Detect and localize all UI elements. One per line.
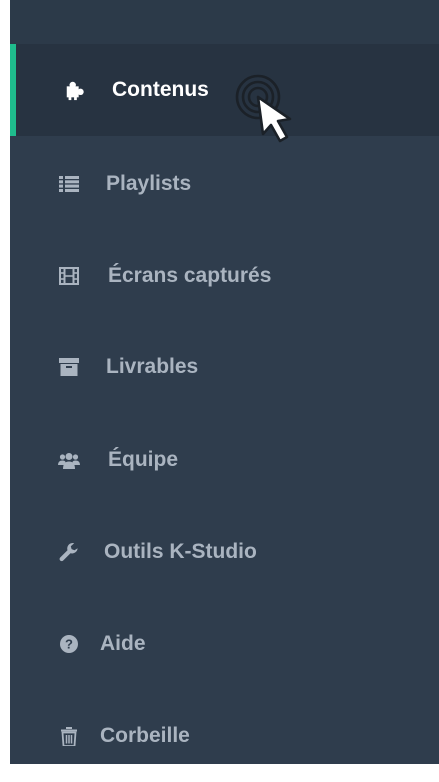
wrench-icon — [58, 541, 80, 563]
archive-icon — [58, 356, 80, 378]
sidebar-item-label: Contenus — [112, 78, 209, 101]
sidebar-item-label: Livrables — [106, 355, 199, 378]
sidebar-header — [10, 0, 439, 44]
film-icon — [58, 265, 80, 287]
sidebar: Contenus Playlists Écrans capturés Livra… — [10, 0, 439, 764]
sidebar-item-livrables[interactable]: Livrables — [10, 321, 439, 413]
trash-icon — [58, 725, 80, 747]
sidebar-item-contenus[interactable]: Contenus — [10, 44, 439, 136]
sidebar-item-label: Corbeille — [100, 724, 190, 747]
active-indicator — [10, 44, 16, 136]
sidebar-item-label: Écrans capturés — [108, 264, 272, 287]
users-icon — [58, 449, 80, 471]
sidebar-item-label: Équipe — [108, 448, 179, 471]
sidebar-item-aide[interactable]: ? Aide — [10, 598, 439, 690]
sidebar-item-ecrans-captures[interactable]: Écrans capturés — [10, 230, 439, 322]
sidebar-item-equipe[interactable]: Équipe — [10, 414, 439, 506]
sidebar-item-playlists[interactable]: Playlists — [10, 138, 439, 230]
sidebar-item-label: Playlists — [106, 172, 192, 195]
sidebar-item-label: Aide — [100, 632, 146, 655]
list-icon — [58, 173, 80, 195]
sidebar-item-corbeille[interactable]: Corbeille — [10, 690, 439, 782]
puzzle-icon — [64, 79, 86, 101]
sidebar-item-outils-k-studio[interactable]: Outils K-Studio — [10, 506, 439, 598]
sidebar-item-label: Outils K-Studio — [104, 540, 257, 563]
svg-text:?: ? — [65, 637, 73, 652]
question-circle-icon: ? — [58, 633, 80, 655]
